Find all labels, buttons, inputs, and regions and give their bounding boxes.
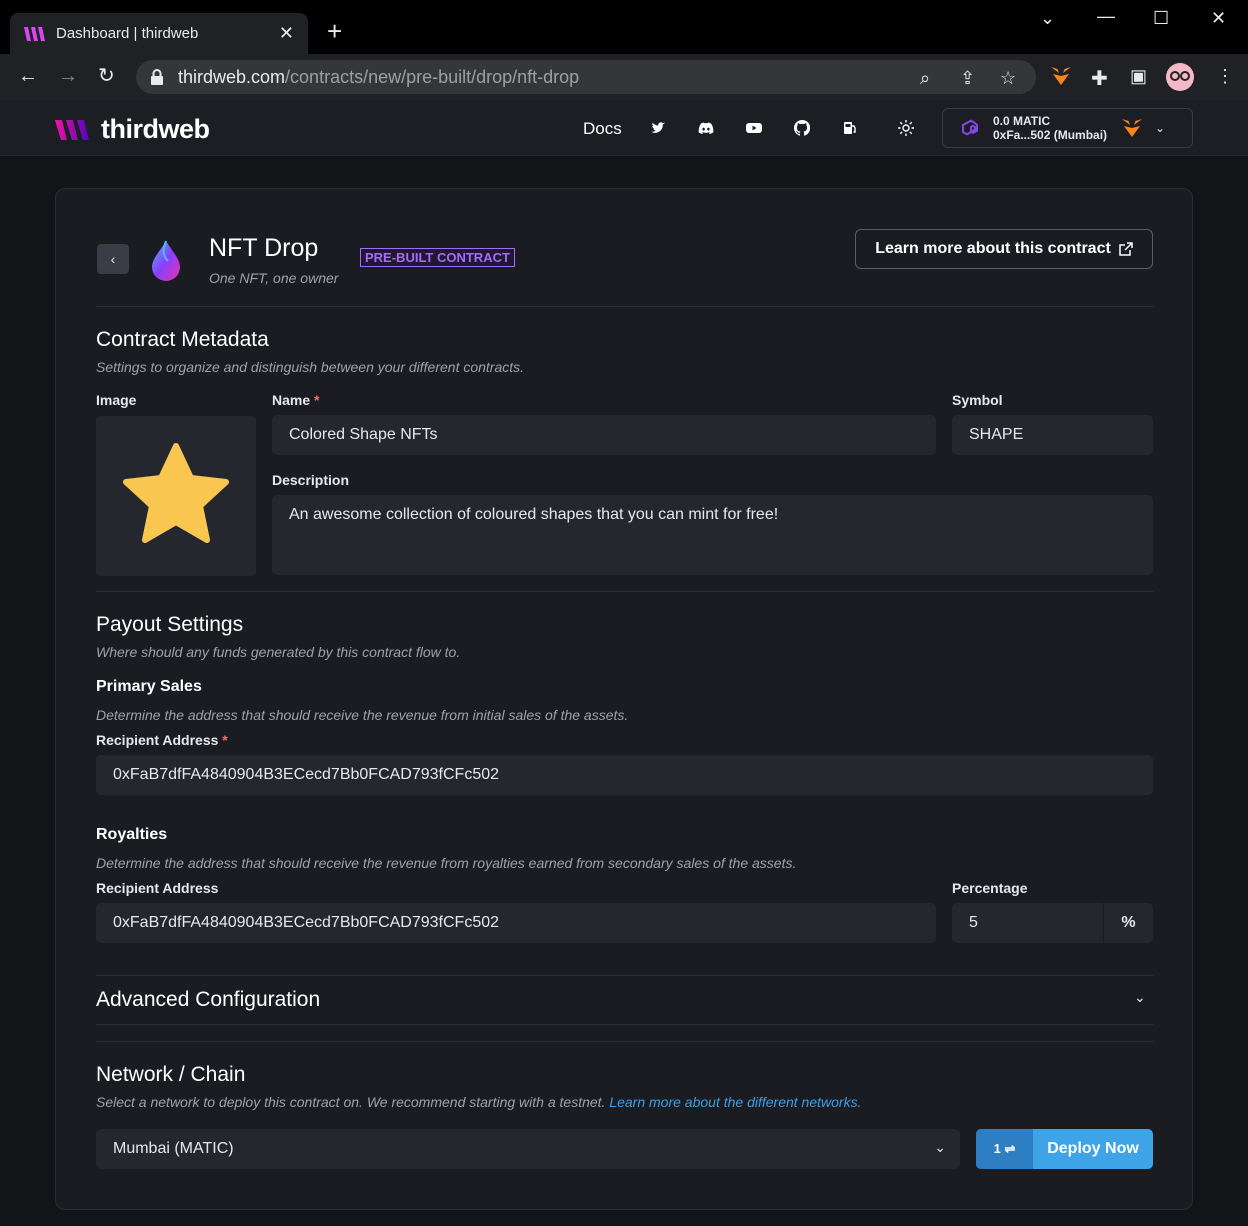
reload-icon[interactable]: ↻	[98, 65, 115, 87]
learn-more-button[interactable]: Learn more about this contract	[855, 229, 1153, 269]
primary-recipient-input[interactable]: 0xFaB7dfFA4840904B3ECecd7Bb0FCAD793fCFc5…	[96, 755, 1153, 795]
twitter-icon[interactable]	[650, 120, 666, 136]
star-image-icon	[123, 443, 229, 543]
royalties-title: Royalties	[96, 826, 168, 843]
divider	[96, 591, 1153, 592]
chevron-down-icon: ⌄	[1155, 121, 1166, 135]
section-subtitle-metadata: Settings to organize and distinguish bet…	[96, 359, 525, 375]
back-arrow-icon[interactable]: ←	[18, 65, 38, 87]
prebuilt-badge: PRE-BUILT CONTRACT	[360, 248, 515, 267]
section-subtitle-payout: Where should any funds generated by this…	[96, 644, 461, 660]
youtube-icon[interactable]	[746, 120, 762, 136]
chevron-left-icon: ‹	[110, 251, 116, 267]
thirdweb-favicon-icon	[24, 26, 45, 41]
divider	[96, 306, 1153, 307]
browser-tabstrip: Dashboard | thirdweb ✕ + ⌄ — ☐ ✕	[0, 0, 1248, 54]
close-window-icon[interactable]: ✕	[1211, 8, 1226, 29]
name-input[interactable]: Colored Shape NFTs	[272, 415, 936, 455]
thirdweb-logo-icon	[55, 119, 89, 140]
symbol-label: Symbol	[952, 392, 1003, 408]
divider	[96, 1024, 1153, 1025]
extensions-puzzle-icon[interactable]: ✚	[1091, 66, 1108, 91]
close-tab-icon[interactable]: ✕	[279, 23, 294, 44]
chevron-down-icon[interactable]: ⌄	[1040, 8, 1055, 29]
side-panel-icon[interactable]: ▣	[1130, 66, 1147, 87]
github-icon[interactable]	[794, 120, 810, 136]
minimize-icon[interactable]: —	[1097, 6, 1115, 27]
lock-icon	[151, 69, 163, 85]
section-title-network: Network / Chain	[96, 1063, 246, 1086]
polygon-icon	[962, 119, 978, 136]
page-subtitle: One NFT, one owner	[209, 270, 339, 286]
royalties-subtitle: Determine the address that should receiv…	[96, 855, 797, 871]
name-label: Name *	[272, 392, 320, 408]
divider	[96, 975, 1153, 976]
discord-icon[interactable]	[698, 120, 714, 136]
image-upload[interactable]	[96, 416, 256, 576]
address-bar[interactable]: thirdweb.com/contracts/new/pre-built/dro…	[136, 60, 1036, 94]
wallet-balance: 0.0 MATIC	[993, 114, 1051, 128]
section-title-metadata: Contract Metadata	[96, 328, 269, 351]
maximize-icon[interactable]: ☐	[1153, 8, 1169, 29]
browser-toolbar: ← → ↻ thirdweb.com/contracts/new/pre-bui…	[0, 54, 1248, 100]
bookmark-star-icon[interactable]: ☆	[1000, 68, 1016, 89]
brand-name: thirdweb	[101, 114, 210, 144]
metamask-icon	[1122, 119, 1143, 137]
wallet-button[interactable]: 0.0 MATIC 0xFa...502 (Mumbai) ⌄	[942, 108, 1193, 148]
page-title: NFT Drop	[209, 234, 319, 262]
chevron-down-icon[interactable]: ⌄	[1134, 989, 1146, 1006]
deploy-contract-card: ‹ NFT Drop One NFT, one owner PRE-BUILT …	[55, 188, 1193, 1210]
brand-logo[interactable]: thirdweb	[55, 114, 210, 145]
share-icon[interactable]: ⇪	[960, 68, 975, 89]
section-title-payout: Payout Settings	[96, 613, 244, 636]
external-link-icon	[1119, 242, 1133, 256]
deploy-label: Deploy Now	[1047, 1140, 1139, 1157]
browser-tab[interactable]: Dashboard | thirdweb ✕	[10, 13, 308, 54]
royalties-recipient-input[interactable]: 0xFaB7dfFA4840904B3ECecd7Bb0FCAD793fCFc5…	[96, 903, 936, 943]
browser-menu-icon[interactable]: ⋮	[1216, 66, 1234, 87]
url-text: thirdweb.com/contracts/new/pre-built/dro…	[178, 66, 580, 87]
network-select[interactable]: Mumbai (MATIC) ⌄	[96, 1129, 960, 1169]
wallet-address: 0xFa...502 (Mumbai)	[993, 128, 1108, 142]
chevron-down-icon: ⌄	[934, 1139, 946, 1155]
section-subtitle-network: Select a network to deploy this contract…	[96, 1094, 862, 1110]
back-button[interactable]: ‹	[97, 244, 129, 274]
transaction-count: 1 ⇌	[976, 1129, 1033, 1169]
nft-drop-icon	[152, 240, 180, 281]
image-label: Image	[96, 392, 137, 408]
network-select-value: Mumbai (MATIC)	[113, 1140, 234, 1157]
learn-more-label: Learn more about this contract	[875, 240, 1111, 257]
description-label: Description	[272, 472, 350, 488]
divider	[96, 1041, 1153, 1042]
primary-recipient-label: Recipient Address *	[96, 732, 228, 748]
docs-link[interactable]: Docs	[583, 119, 622, 139]
forward-arrow-icon[interactable]: →	[58, 65, 78, 87]
tab-title: Dashboard | thirdweb	[56, 25, 199, 42]
symbol-input[interactable]: SHAPE	[952, 415, 1153, 455]
profile-avatar-icon[interactable]	[1166, 63, 1194, 91]
advanced-configuration-toggle[interactable]: Advanced Configuration	[96, 988, 320, 1012]
new-tab-icon[interactable]: +	[327, 18, 342, 44]
primary-sales-subtitle: Determine the address that should receiv…	[96, 707, 629, 723]
gas-pump-icon[interactable]	[842, 120, 858, 136]
metamask-extension-icon[interactable]	[1050, 66, 1072, 86]
percentage-input[interactable]: 5	[952, 903, 1103, 943]
primary-sales-title: Primary Sales	[96, 678, 202, 695]
networks-learn-more-link[interactable]: Learn more about the different networks.	[609, 1094, 861, 1110]
percentage-suffix: %	[1103, 903, 1153, 943]
site-header: thirdweb Docs 0.0 MATIC 0xFa...502 (Mumb…	[0, 100, 1248, 156]
zoom-icon[interactable]: ⌕	[920, 68, 930, 89]
theme-toggle-sun-icon[interactable]	[898, 120, 914, 136]
description-textarea[interactable]: An awesome collection of coloured shapes…	[272, 495, 1153, 575]
deploy-button[interactable]: 1 ⇌ Deploy Now	[976, 1129, 1153, 1169]
royalties-recipient-label: Recipient Address	[96, 880, 219, 896]
percentage-label: Percentage	[952, 880, 1028, 896]
